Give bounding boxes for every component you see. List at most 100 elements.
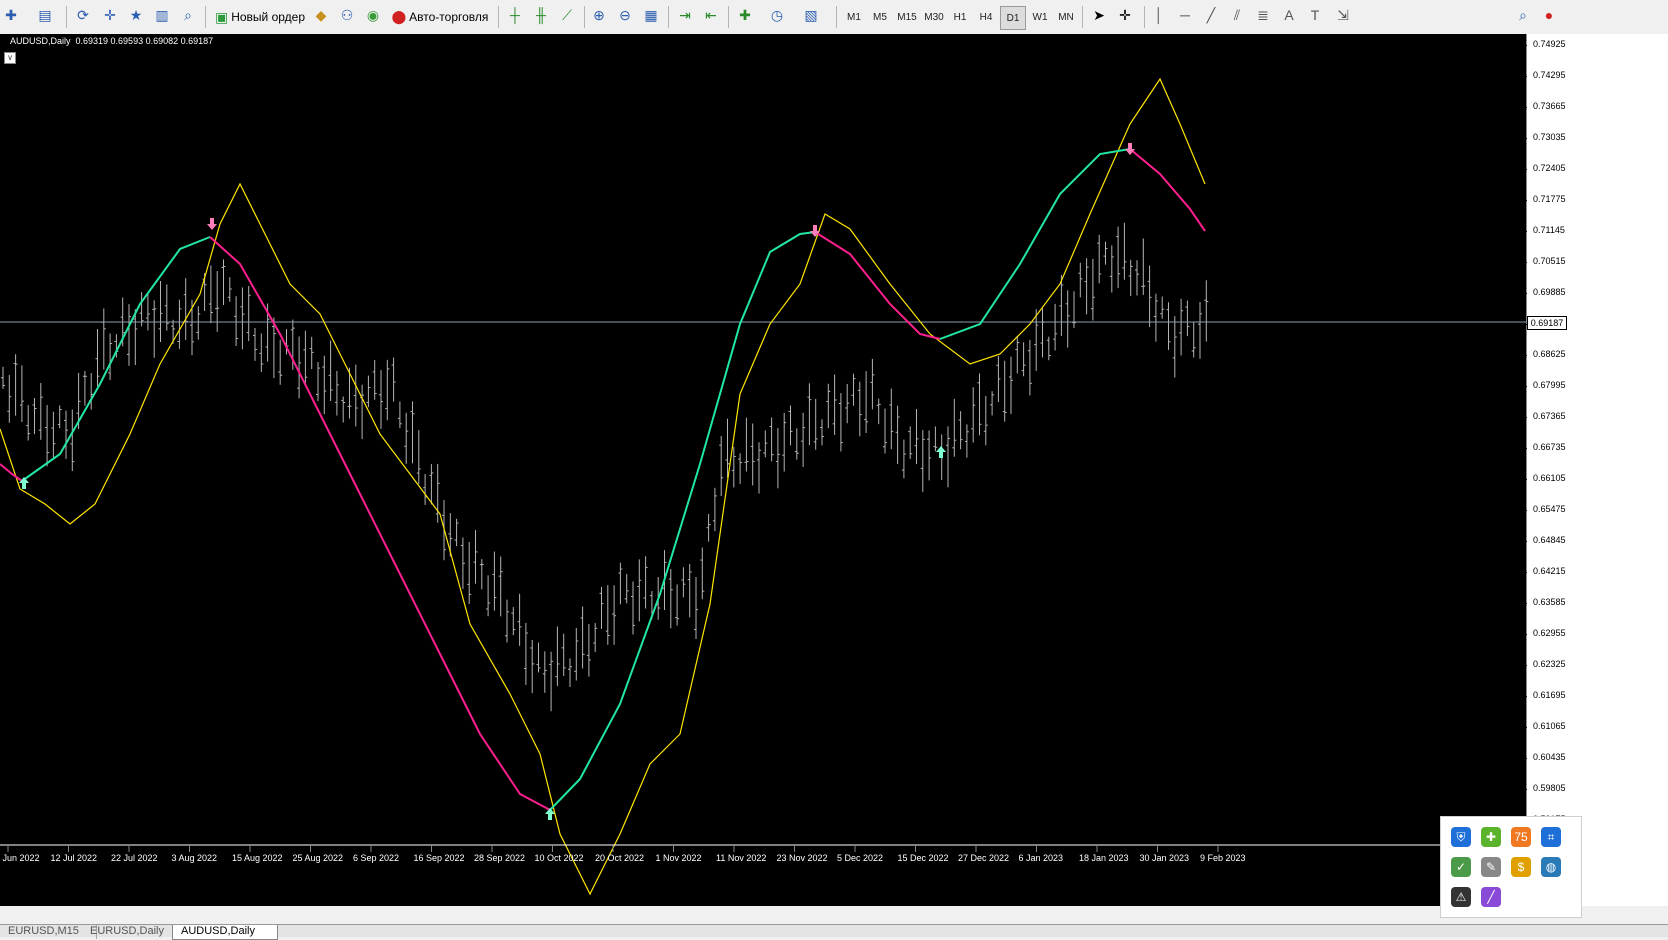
date-axis-label: 25 Aug 2022 bbox=[293, 853, 344, 863]
bar-chart-icon[interactable]: ┼ bbox=[506, 6, 524, 24]
price-axis-label: 0.71145 bbox=[1533, 225, 1565, 235]
globe-icon[interactable]: ◍ bbox=[1541, 857, 1561, 877]
cursor-icon[interactable]: ➤ bbox=[1090, 6, 1108, 24]
warning-circle-icon[interactable]: ⚠ bbox=[1451, 887, 1471, 907]
strategy-tester-icon[interactable]: ⌕ bbox=[179, 6, 197, 24]
price-axis-tick bbox=[1523, 758, 1527, 759]
price-axis-label: 0.64845 bbox=[1533, 535, 1566, 545]
favorites-icon[interactable]: ★ bbox=[127, 6, 145, 24]
date-axis-label: 18 Jan 2023 bbox=[1079, 853, 1129, 863]
price-axis-label: 0.62955 bbox=[1533, 628, 1566, 638]
crop-icon[interactable]: ⌗ bbox=[1541, 827, 1561, 847]
channel-icon[interactable]: ⫽ bbox=[1228, 6, 1246, 24]
vps-icon[interactable]: ◉ bbox=[364, 6, 382, 24]
chart-tab[interactable]: AUDUSD,Daily bbox=[172, 925, 278, 940]
price-axis-tick bbox=[1523, 107, 1527, 108]
date-axis-label: 6 Jan 2023 bbox=[1019, 853, 1064, 863]
price-axis-label: 0.71775 bbox=[1533, 194, 1566, 204]
price-axis-tick bbox=[1523, 479, 1527, 480]
timeframe-h4[interactable]: H4 bbox=[974, 6, 998, 28]
price-axis-label: 0.74295 bbox=[1533, 70, 1566, 80]
timeframe-m15[interactable]: M15 bbox=[895, 6, 919, 28]
price-axis-label: 0.61695 bbox=[1533, 690, 1566, 700]
price-axis-tick bbox=[1523, 448, 1527, 449]
price-axis-tick bbox=[1523, 293, 1527, 294]
new-chart-icon[interactable]: ✚ bbox=[2, 6, 20, 24]
price-axis-tick bbox=[1523, 510, 1527, 511]
shield-icon[interactable]: ⛨ bbox=[1451, 827, 1471, 847]
fibonacci-icon[interactable]: ≣ bbox=[1254, 6, 1272, 24]
price-axis-tick bbox=[1523, 417, 1527, 418]
price-axis-tick bbox=[1523, 789, 1527, 790]
battery-check-icon[interactable]: ✓ bbox=[1451, 857, 1471, 877]
price-axis-label: 0.62325 bbox=[1533, 659, 1566, 669]
trendline-icon[interactable]: ╱ bbox=[1202, 6, 1220, 24]
timeframe-h1[interactable]: H1 bbox=[948, 6, 972, 28]
metaeditor-icon[interactable]: ◆ bbox=[312, 6, 330, 24]
calendar-75-icon[interactable]: 75 bbox=[1511, 827, 1531, 847]
date-axis-label: 30 Jan 2023 bbox=[1140, 853, 1190, 863]
price-axis-tick bbox=[1523, 696, 1527, 697]
date-axis-label: 20 Oct 2022 bbox=[595, 853, 644, 863]
price-axis-tick bbox=[1523, 665, 1527, 666]
price-axis-label: 0.70515 bbox=[1533, 256, 1566, 266]
price-chart[interactable]: AUDUSD,Daily 0.69319 0.69593 0.69082 0.6… bbox=[0, 34, 1526, 906]
autotrading-icon: ⬤ bbox=[391, 9, 407, 24]
timeframe-d1[interactable]: D1 bbox=[1000, 6, 1026, 30]
price-axis: 0.74925 0.74295 0.73665 0.73035 0.72405 0.717… bbox=[1523, 34, 1668, 906]
templates-icon[interactable]: ▧ bbox=[802, 6, 820, 24]
periods-icon[interactable]: ◷ bbox=[768, 6, 786, 24]
timeframe-m1[interactable]: M1 bbox=[842, 6, 866, 28]
price-axis-label: 0.64215 bbox=[1533, 566, 1566, 576]
price-axis-label: 0.73665 bbox=[1533, 101, 1566, 111]
text-icon[interactable]: A bbox=[1280, 6, 1298, 24]
zoom-in-icon[interactable]: ⊕ bbox=[590, 6, 608, 24]
date-axis-label: 16 Sep 2022 bbox=[414, 853, 465, 863]
indicator-line bbox=[21, 236, 211, 482]
tile-windows-icon[interactable]: ▦ bbox=[642, 6, 660, 24]
text-label-icon[interactable]: T bbox=[1306, 6, 1324, 24]
date-axis-label: 15 Aug 2022 bbox=[232, 853, 283, 863]
current-price-label: 0.69187 bbox=[1530, 318, 1564, 328]
signals-icon[interactable]: ⚇ bbox=[338, 6, 356, 24]
indicator-line bbox=[209, 236, 551, 811]
plus-circle-icon[interactable]: ✚ bbox=[1481, 827, 1501, 847]
timeframe-m5[interactable]: M5 bbox=[868, 6, 892, 28]
terminal-icon[interactable]: ▥ bbox=[153, 6, 171, 24]
timeframe-mn[interactable]: MN bbox=[1054, 6, 1078, 28]
navigator-icon[interactable]: ✛ bbox=[101, 6, 119, 24]
profiles-icon[interactable]: ▤ bbox=[36, 6, 54, 24]
buy-signal-arrow-icon bbox=[936, 446, 946, 458]
vertical-line-icon[interactable]: │ bbox=[1150, 6, 1168, 24]
search-icon[interactable]: ⌕ bbox=[1514, 6, 1532, 24]
zoom-out-icon[interactable]: ⊖ bbox=[616, 6, 634, 24]
notifications-icon[interactable]: ● bbox=[1540, 6, 1558, 24]
timeframe-m30[interactable]: M30 bbox=[922, 6, 946, 28]
price-axis-label: 0.74925 bbox=[1533, 39, 1566, 49]
chart-canvas: 30 Jun 2022 12 Jul 2022 22 Jul 2022 3 Aug 2… bbox=[0, 77, 1526, 896]
chart-shift-icon[interactable]: ⇤ bbox=[702, 6, 720, 24]
price-axis-tick bbox=[1523, 76, 1527, 77]
candlestick-icon[interactable]: ╫ bbox=[532, 6, 550, 24]
horizontal-line-icon[interactable]: ─ bbox=[1176, 6, 1194, 24]
price-axis-tick bbox=[1523, 169, 1527, 170]
crosshair-icon[interactable]: ✛ bbox=[1116, 6, 1134, 24]
sell-signal-arrow-icon bbox=[207, 218, 217, 230]
feather-icon[interactable]: ✎ bbox=[1481, 857, 1501, 877]
new-order-button[interactable]: ▣ Новый ордер bbox=[212, 6, 308, 28]
autotrading-button[interactable]: ⬤ Авто-торговля bbox=[390, 6, 490, 28]
autotrading-label: Авто-торговля bbox=[409, 10, 489, 24]
arrows-icon[interactable]: ⇲ bbox=[1334, 6, 1352, 24]
pen-icon[interactable]: ╱ bbox=[1481, 887, 1501, 907]
timeframe-w1[interactable]: W1 bbox=[1028, 6, 1052, 28]
dollar-coin-icon[interactable]: $ bbox=[1511, 857, 1531, 877]
auto-scroll-icon[interactable]: ⇥ bbox=[676, 6, 694, 24]
indicators-icon[interactable]: ✚ bbox=[736, 6, 754, 24]
price-axis-label: 0.59805 bbox=[1533, 783, 1566, 793]
price-axis-label: 0.67365 bbox=[1533, 411, 1566, 421]
market-watch-icon[interactable]: ⟳ bbox=[74, 6, 92, 24]
line-chart-icon[interactable]: ⟋ bbox=[558, 6, 576, 24]
date-axis-label: 12 Jul 2022 bbox=[51, 853, 98, 863]
new-order-icon: ▣ bbox=[214, 8, 229, 25]
price-axis-tick bbox=[1523, 200, 1527, 201]
